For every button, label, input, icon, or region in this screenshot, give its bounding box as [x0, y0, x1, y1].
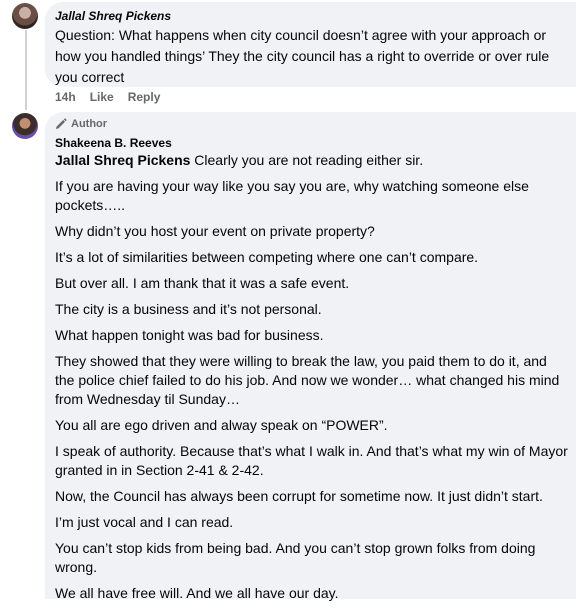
reply-button[interactable]: Reply [128, 90, 161, 104]
reply-paragraph: What happen tonight was bad for business… [55, 327, 324, 343]
reply-first-line-text: Clearly you are not reading either sir. [190, 152, 424, 168]
comment-author-name[interactable]: Jallal Shreq Pickens [55, 9, 171, 23]
reply-paragraph: We all have free will. And we all have o… [55, 585, 339, 601]
reply-paragraph: Why didn’t you host your event on privat… [55, 223, 375, 239]
reply-paragraph: They showed that they were willing to br… [55, 353, 560, 407]
reply-paragraph: You can’t stop kids from being bad. And … [55, 540, 536, 575]
reply-paragraph: Now, the Council has always been corrupt… [55, 488, 543, 504]
like-button[interactable]: Like [90, 90, 114, 104]
avatar[interactable] [12, 113, 38, 139]
comment-timestamp[interactable]: 14h [55, 90, 76, 104]
reply-paragraph: But over all. I am thank that it was a s… [55, 275, 350, 291]
reply-paragraph: You all are ego driven and alway speak o… [55, 417, 388, 433]
pencil-icon [56, 118, 67, 129]
thread-line [25, 30, 27, 110]
reply-bubble: Author Shakeena B. Reeves Jallal Shreq P… [45, 112, 576, 601]
reply-paragraph: I’m just vocal and I can read. [55, 514, 234, 530]
mention-link[interactable]: Jallal Shreq Pickens [55, 152, 190, 168]
reply-paragraph: I speak of authority. Because that’s wha… [55, 443, 568, 478]
author-badge: Author [55, 118, 107, 130]
reply-paragraph: It’s a lot of similarities between compe… [55, 249, 479, 265]
reply-paragraph: The city is a business and it’s not pers… [55, 301, 322, 317]
comment-bubble: Jallal Shreq Pickens Question: What happ… [45, 2, 576, 87]
author-badge-label: Author [71, 118, 108, 130]
comment-actions: 14h Like Reply [55, 90, 160, 104]
reply-paragraph: If you are having your way like you say … [55, 178, 529, 213]
comment-text: Question: What happens when city council… [55, 27, 550, 85]
avatar[interactable] [12, 3, 38, 29]
reply-author-name[interactable]: Shakeena B. Reeves [55, 136, 172, 150]
reply-text: Jallal Shreq Pickens Clearly you are not… [55, 151, 570, 610]
reply-first-line: Jallal Shreq Pickens Clearly you are not… [55, 151, 570, 170]
